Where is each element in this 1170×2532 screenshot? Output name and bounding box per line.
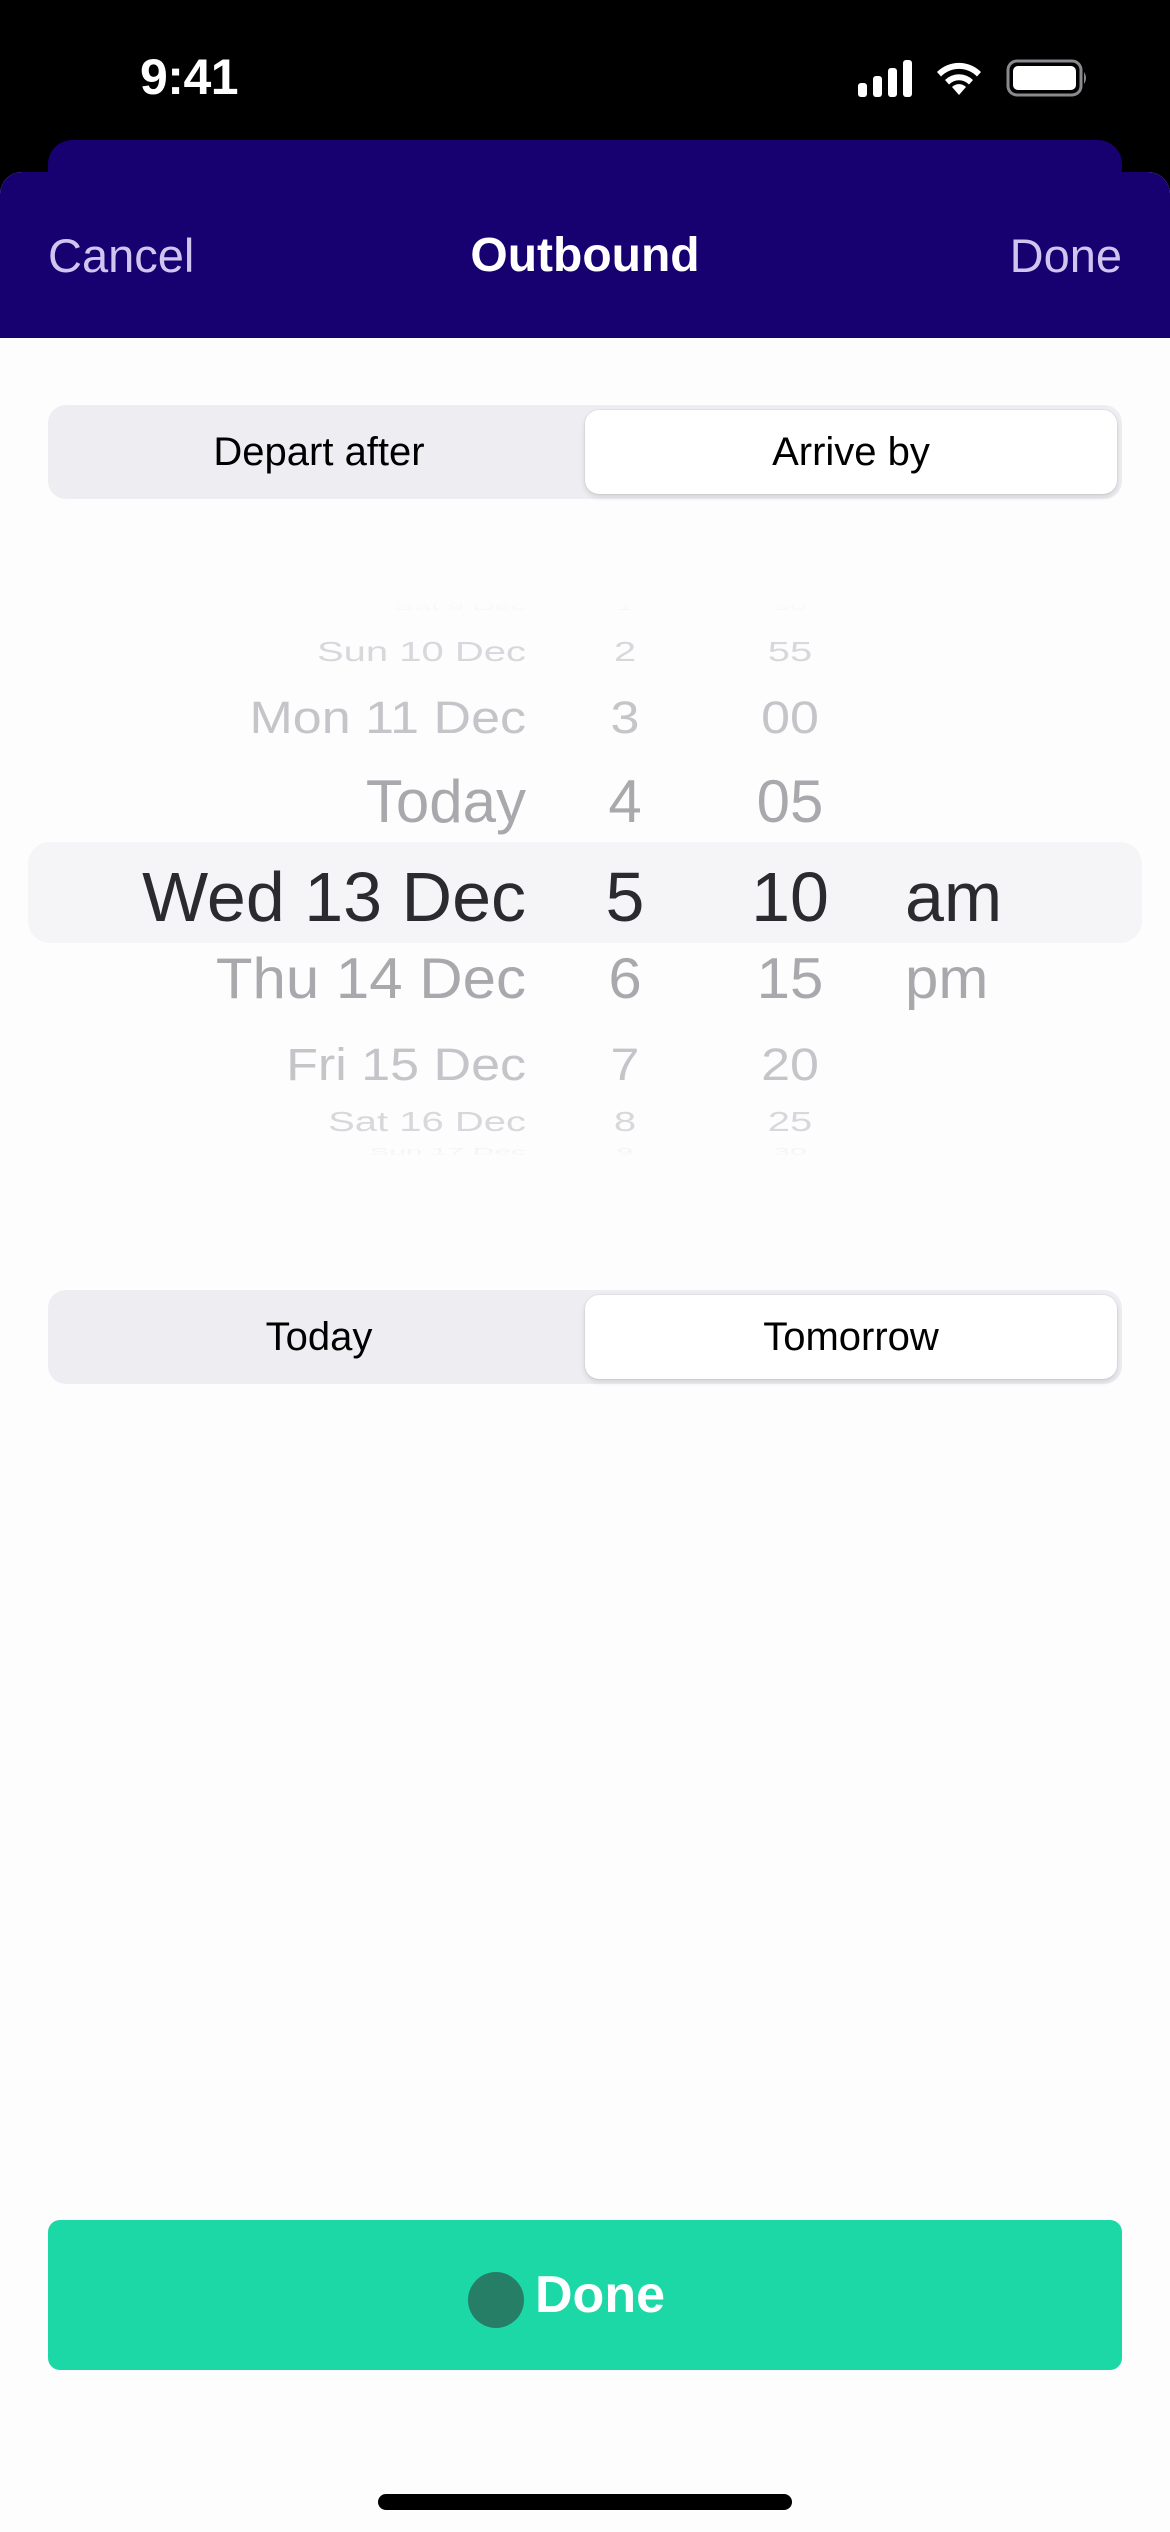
picker-item[interactable]: 2	[575, 638, 675, 666]
picker-item[interactable]: 00	[730, 695, 850, 741]
status-bar: 9:41	[0, 0, 1170, 140]
picker-item[interactable]: Sun 10 Dec	[60, 638, 526, 666]
status-time: 9:41	[140, 49, 239, 105]
picker-selected-date[interactable]: Wed 13 Dec	[60, 862, 526, 932]
picker-item[interactable]: Today	[60, 772, 526, 832]
day-segmented-control: Today Tomorrow	[48, 1290, 1122, 1384]
picker-item[interactable]: Mon 11 Dec	[60, 695, 526, 741]
picker-column-ampm[interactable]: am pm	[905, 602, 1055, 1162]
picker-item[interactable]: pm	[905, 950, 1055, 1008]
picker-fade	[0, 1132, 1170, 1162]
status-icons	[858, 58, 1090, 98]
picker-item[interactable]: Fri 15 Dec	[60, 1042, 526, 1088]
segment-tomorrow[interactable]: Tomorrow	[585, 1295, 1117, 1379]
picker-item[interactable]: 7	[575, 1042, 675, 1088]
picker-item[interactable]: 55	[730, 638, 850, 666]
nav-done-button[interactable]: Done	[1010, 228, 1122, 283]
segment-depart-after[interactable]: Depart after	[53, 410, 585, 494]
touch-indicator	[468, 2272, 524, 2328]
page-title: Outbound	[470, 229, 700, 282]
picker-item[interactable]: Thu 14 Dec	[60, 950, 526, 1008]
picker-fade	[0, 602, 1170, 632]
picker-item[interactable]: 3	[575, 695, 675, 741]
mode-segmented-control: Depart after Arrive by	[48, 405, 1122, 499]
date-time-picker[interactable]: Sat 9 Dec Sun 10 Dec Mon 11 Dec Today We…	[0, 602, 1170, 1162]
segment-today[interactable]: Today	[53, 1295, 585, 1379]
picker-item[interactable]: 05	[730, 772, 850, 832]
home-indicator	[378, 2494, 792, 2510]
modal-sheet: Cancel Outbound Done Depart after Arrive…	[0, 172, 1170, 2532]
picker-selected-minute[interactable]: 10	[730, 862, 850, 932]
picker-item[interactable]: 20	[730, 1042, 850, 1088]
wifi-icon	[934, 59, 984, 97]
done-button-label: Done	[535, 2266, 665, 2324]
battery-icon	[1006, 58, 1090, 98]
picker-item[interactable]: 6	[575, 950, 675, 1008]
picker-item[interactable]: 4	[575, 772, 675, 832]
picker-column-date[interactable]: Sat 9 Dec Sun 10 Dec Mon 11 Dec Today We…	[60, 602, 526, 1162]
picker-item[interactable]: 15	[730, 950, 850, 1008]
screen: 9:41 Cancel Outbound Done Depart after A…	[0, 0, 1170, 2532]
nav-bar: Cancel Outbound Done	[0, 172, 1170, 338]
picker-column-minute[interactable]: 50 55 00 05 10 15 20 25 30	[730, 602, 850, 1162]
segment-arrive-by[interactable]: Arrive by	[585, 410, 1117, 494]
picker-selected-ampm[interactable]: am	[905, 862, 1055, 932]
picker-selected-hour[interactable]: 5	[575, 862, 675, 932]
picker-column-hour[interactable]: 1 2 3 4 5 6 7 8 9	[575, 602, 675, 1162]
cellular-signal-icon	[858, 59, 912, 97]
done-button[interactable]: Done	[48, 2220, 1122, 2370]
